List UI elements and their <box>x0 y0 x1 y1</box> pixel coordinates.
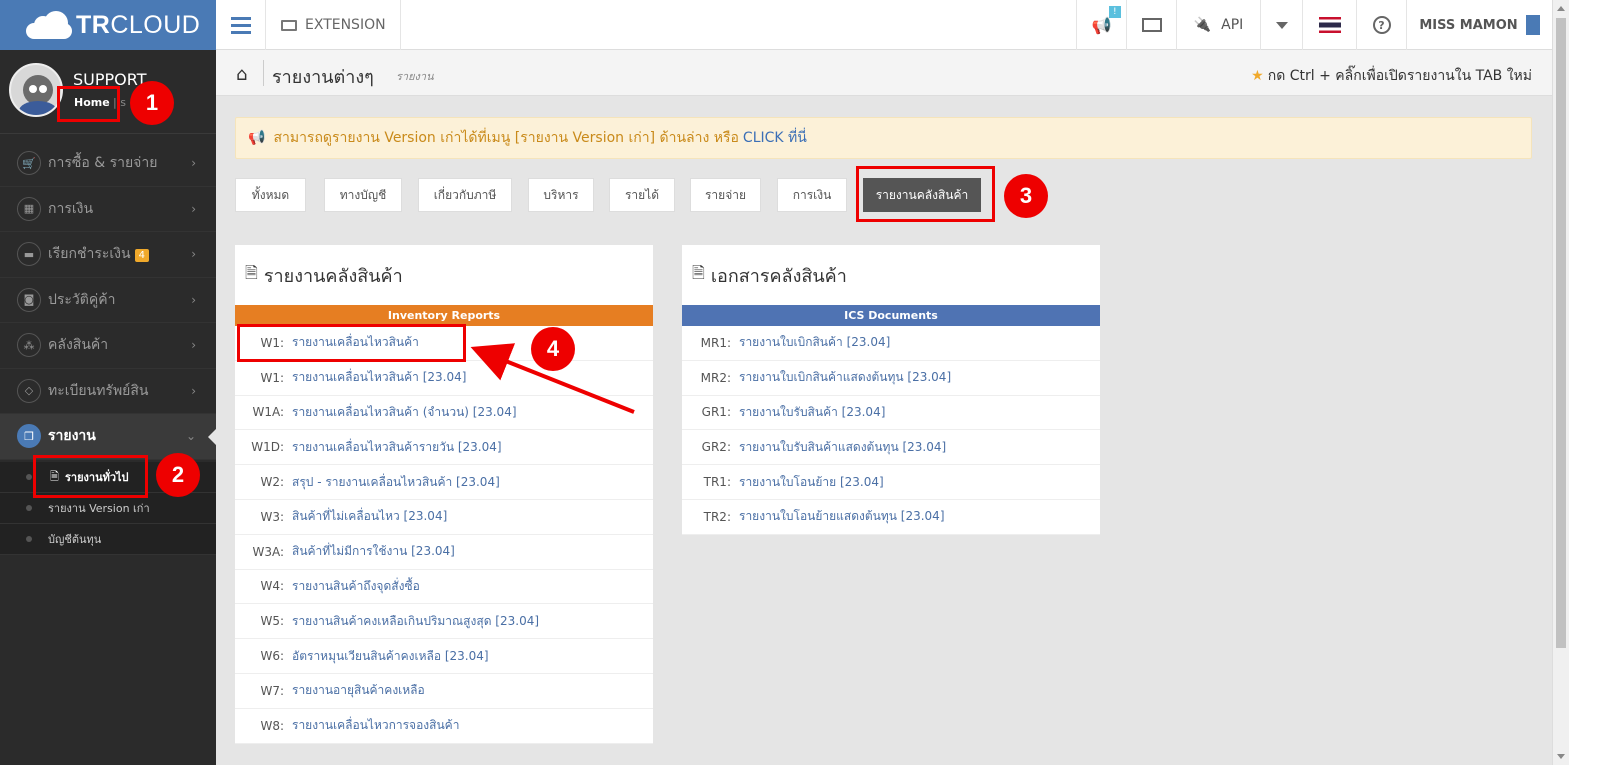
page-margin <box>1569 0 1600 765</box>
scroll-up-icon[interactable] <box>1557 6 1565 11</box>
page-scrollbar[interactable] <box>1552 0 1569 765</box>
scroll-thumb[interactable] <box>1556 18 1566 648</box>
scroll-down-icon[interactable] <box>1557 754 1565 759</box>
annotation-arrow <box>470 343 635 414</box>
